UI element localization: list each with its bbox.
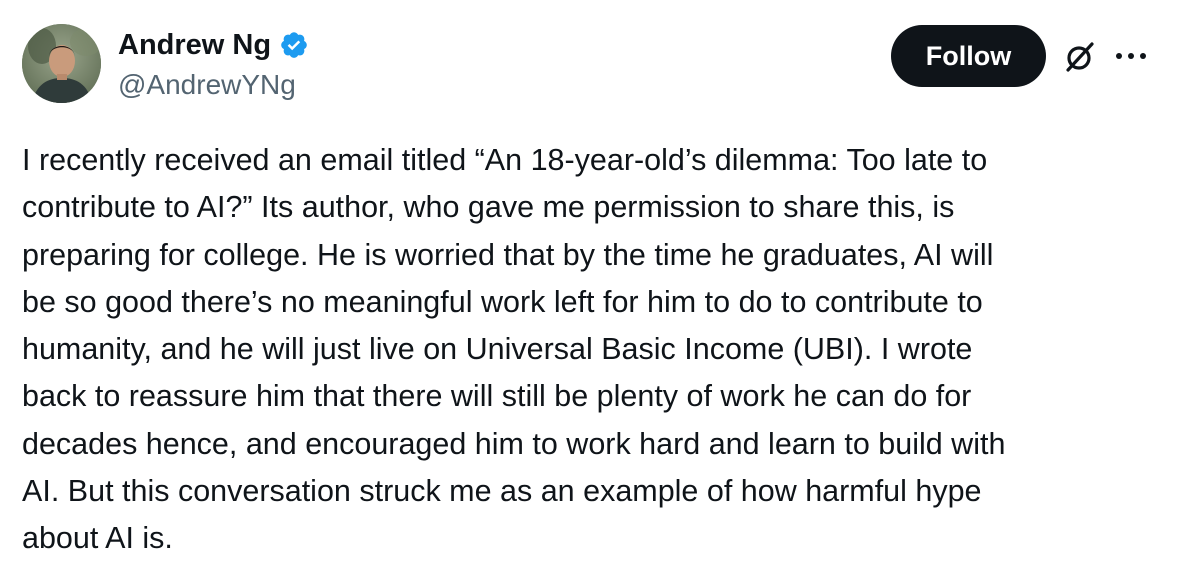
author-handle[interactable]: @AndrewYNg: [118, 68, 296, 102]
verified-badge-icon[interactable]: [279, 30, 309, 60]
avatar[interactable]: [22, 24, 101, 103]
grok-icon[interactable]: [1063, 40, 1097, 74]
tweet-text-line: humanity, and he will just live on Unive…: [22, 332, 973, 367]
author-display-name[interactable]: Andrew Ng: [118, 28, 271, 62]
tweet-text-line: contribute to AI?” Its author, who gave …: [22, 190, 955, 225]
tweet-text-line: preparing for college. He is worried tha…: [22, 237, 994, 272]
tweet-text-line: be so good there’s no meaningful work le…: [22, 284, 983, 319]
avatar-photo: [22, 24, 101, 103]
more-options-icon[interactable]: [1114, 50, 1148, 62]
tweet-text-line: I recently received an email titled “An …: [22, 143, 988, 177]
author-name-row: Andrew Ng: [118, 28, 309, 62]
tweet-text-line: back to reassure him that there will sti…: [22, 379, 972, 414]
tweet-text: I recently received an email titled “An …: [22, 137, 1162, 563]
tweet-text-line: decades hence, and encouraged him to wor…: [22, 426, 1006, 461]
tweet-card: Andrew Ng @AndrewYNg Follow I recently r…: [0, 0, 1178, 570]
follow-button[interactable]: Follow: [891, 25, 1046, 87]
tweet-text-line: about AI is.: [22, 521, 173, 556]
tweet-text-line: AI. But this conversation struck me as a…: [22, 474, 982, 509]
